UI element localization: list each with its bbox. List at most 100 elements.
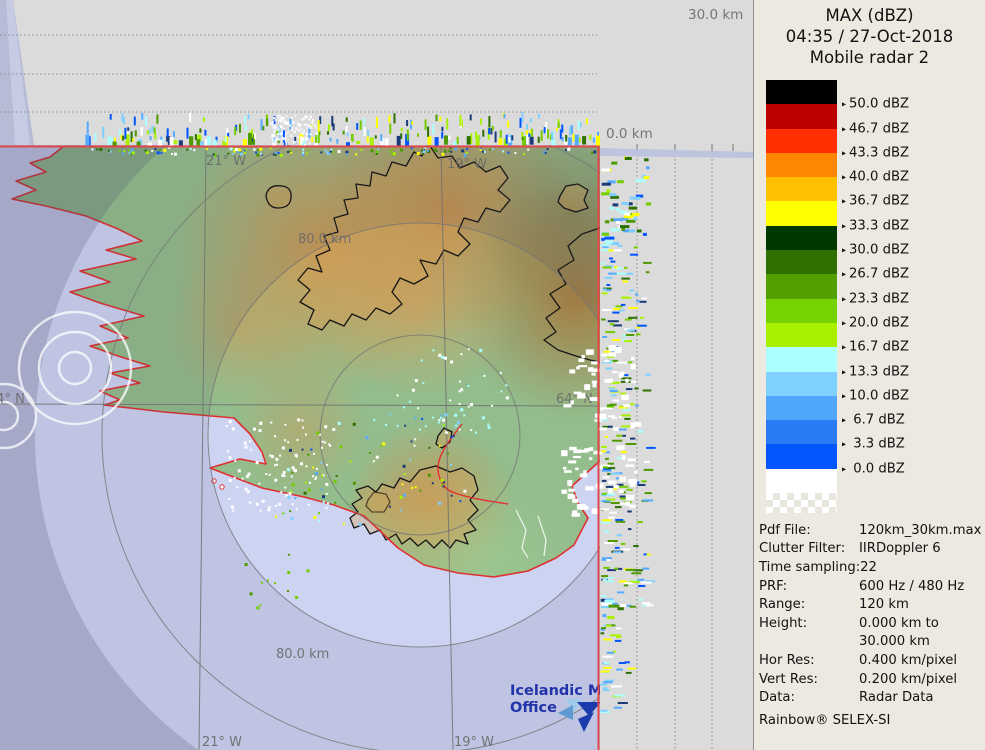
legend-arrow-icon: ▸ [842, 440, 846, 449]
legend-threshold-label: ▸ 6.7 dBZ [842, 413, 972, 428]
metadata-row: Data:Radar Data [759, 689, 985, 708]
legend-threshold-label: ▸23.3 dBZ [842, 291, 972, 306]
product-header: MAX (dBZ) 04:35 / 27-Oct-2018 Mobile rad… [754, 5, 985, 68]
legend-arrow-icon: ▸ [842, 391, 846, 400]
metadata-value: 120km_30km.max [859, 522, 981, 541]
map-grid-label: 21° W [202, 735, 242, 750]
map-grid-label: 80.0 km [298, 232, 351, 247]
radar-display-window: 30.0 km 0.0 km [0, 0, 985, 750]
legend-arrow-icon: ▸ [842, 221, 846, 230]
map-grid-label: 80.0 km [276, 647, 329, 662]
legend-row: ▸50.0 dBZ [766, 80, 837, 104]
legend-threshold-label: ▸36.7 dBZ [842, 194, 972, 209]
legend-row: ▸ 3.3 dBZ [766, 420, 837, 444]
legend-arrow-icon: ▸ [842, 294, 846, 303]
metadata-label: Height: [759, 615, 859, 634]
metadata-row: Pdf File:120km_30km.max [759, 522, 985, 541]
metadata-label: Clutter Filter: [759, 540, 859, 559]
metadata-row: Range:120 km [759, 596, 985, 615]
legend-row: ▸43.3 dBZ [766, 129, 837, 153]
legend-threshold-label: ▸30.0 dBZ [842, 243, 972, 258]
legend-arrow-icon: ▸ [842, 246, 846, 255]
metadata-value: 0.200 km/pixel [859, 671, 957, 690]
legend-threshold-label: ▸26.7 dBZ [842, 267, 972, 282]
info-sidebar: MAX (dBZ) 04:35 / 27-Oct-2018 Mobile rad… [753, 0, 985, 750]
legend-row: ▸10.0 dBZ [766, 372, 837, 396]
legend-arrow-icon: ▸ [842, 367, 846, 376]
map-grid-label: 19° W [454, 735, 494, 750]
map-grid-label: 64° N [0, 392, 25, 407]
legend-arrow-icon: ▸ [842, 416, 846, 425]
legend-row: ▸23.3 dBZ [766, 274, 837, 298]
metadata-row: Height:0.000 km to [759, 615, 985, 634]
metadata-label: Pdf File: [759, 522, 859, 541]
legend-threshold-label: ▸40.0 dBZ [842, 170, 972, 185]
scan-metadata: Pdf File:120km_30km.maxClutter Filter:II… [759, 522, 985, 708]
legend-row: ▸16.7 dBZ [766, 323, 837, 347]
radar-name: Mobile radar 2 [754, 47, 985, 68]
metadata-label: PRF: [759, 578, 859, 597]
legend-arrow-icon: ▸ [842, 197, 846, 206]
legend-arrow-icon: ▸ [842, 148, 846, 157]
legend-row: ▸26.7 dBZ [766, 250, 837, 274]
metadata-value: 0.400 km/pixel [859, 652, 957, 671]
legend-threshold-label: ▸50.0 dBZ [842, 97, 972, 112]
metadata-value: 120 km [859, 596, 909, 615]
legend-white-block [766, 469, 837, 493]
legend-threshold-label: ▸ 0.0 dBZ [842, 461, 972, 476]
legend-threshold-label: ▸46.7 dBZ [842, 121, 972, 136]
legend-threshold-label: ▸43.3 dBZ [842, 145, 972, 160]
legend-arrow-icon: ▸ [842, 318, 846, 327]
legend-row: ▸30.0 dBZ [766, 226, 837, 250]
metadata-label [759, 633, 859, 652]
software-brand: Rainbow® SELEX-SI [759, 713, 985, 728]
scan-timestamp: 04:35 / 27-Oct-2018 [754, 26, 985, 47]
metadata-label: Range: [759, 596, 859, 615]
product-name: MAX (dBZ) [754, 5, 985, 26]
legend-row: ▸36.7 dBZ [766, 177, 837, 201]
legend-threshold-label: ▸ 3.3 dBZ [842, 437, 972, 452]
map-grid-label: 64° N [556, 392, 593, 407]
legend-threshold-label: ▸33.3 dBZ [842, 218, 972, 233]
legend-arrow-icon: ▸ [842, 270, 846, 279]
legend-threshold-label: ▸16.7 dBZ [842, 340, 972, 355]
legend-arrow-icon: ▸ [842, 464, 846, 473]
legend-row: ▸46.7 dBZ [766, 104, 837, 128]
legend-threshold-label: ▸13.3 dBZ [842, 364, 972, 379]
legend-row: ▸ 0.0 dBZ [766, 444, 837, 468]
legend-arrow-icon: ▸ [842, 173, 846, 182]
metadata-label: Hor Res: [759, 652, 859, 671]
metadata-label: Time sampling: [759, 559, 860, 578]
legend-row: ▸33.3 dBZ [766, 201, 837, 225]
metadata-value: Radar Data [859, 689, 934, 708]
map-grid-label: 19° W [447, 157, 487, 172]
legend-threshold-label: ▸10.0 dBZ [842, 388, 972, 403]
metadata-value: 22 [860, 559, 877, 578]
map-grid-label: 21° W [206, 154, 246, 169]
metadata-label: Vert Res: [759, 671, 859, 690]
height-scale-label: 0.0 km [606, 126, 653, 142]
metadata-row: Hor Res:0.400 km/pixel [759, 652, 985, 671]
legend-row: ▸40.0 dBZ [766, 153, 837, 177]
legend-arrow-icon: ▸ [842, 100, 846, 109]
legend-row: ▸ 6.7 dBZ [766, 396, 837, 420]
metadata-row: 30.000 km [759, 633, 985, 652]
legend-arrow-icon: ▸ [842, 124, 846, 133]
legend-row: ▸13.3 dBZ [766, 347, 837, 371]
metadata-value: 30.000 km [859, 633, 930, 652]
legend-row: ▸20.0 dBZ [766, 299, 837, 323]
metadata-value: 600 Hz / 480 Hz [859, 578, 964, 597]
radar-map-canvas[interactable]: 30.0 km 0.0 km [0, 0, 753, 750]
legend-transparent-block [766, 493, 837, 513]
metadata-label: Data: [759, 689, 859, 708]
legend-threshold-label: ▸20.0 dBZ [842, 315, 972, 330]
metadata-value: IIRDoppler 6 [859, 540, 941, 559]
metadata-row: Clutter Filter:IIRDoppler 6 [759, 540, 985, 559]
legend-arrow-icon: ▸ [842, 343, 846, 352]
metadata-row: Vert Res:0.200 km/pixel [759, 671, 985, 690]
dbz-color-legend: ▸50.0 dBZ▸46.7 dBZ▸43.3 dBZ▸40.0 dBZ▸36.… [766, 80, 976, 513]
metadata-value: 0.000 km to [859, 615, 939, 634]
metadata-row: Time sampling:22 [759, 559, 985, 578]
logo-text-line2: Office [510, 700, 557, 716]
height-scale-label: 30.0 km [688, 7, 743, 23]
